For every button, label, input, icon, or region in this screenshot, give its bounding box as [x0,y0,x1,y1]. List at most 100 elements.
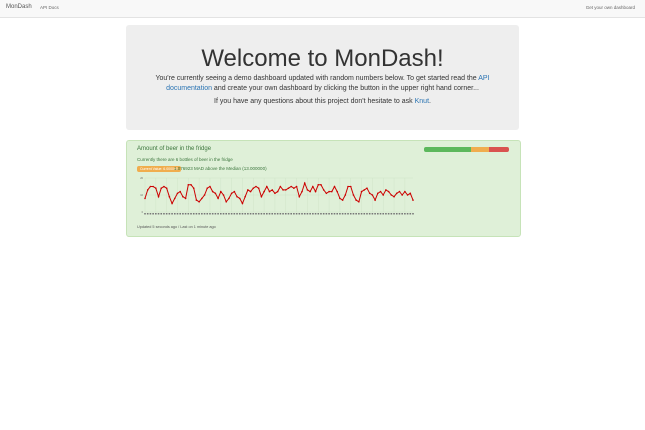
chart-point [309,190,311,193]
chart-point [293,187,295,189]
chart-point [339,197,341,200]
chart-x-tick [360,213,363,215]
beer-chart: 0 10 20 [140,177,414,215]
chart-x-tick [160,213,163,215]
chart-x-tick [314,213,317,215]
chart-x-tick [249,213,252,215]
status-bar-red [489,147,509,152]
beer-widget: Amount of beer in the fridge Currently t… [126,140,521,237]
chart-x-axis [144,213,414,215]
chart-point [160,187,163,189]
get-dashboard-link[interactable]: Get your own dashboard [586,5,635,10]
chart-point [255,185,257,188]
chart-point [228,197,230,200]
chart-x-tick [409,213,412,215]
chart-x-tick [217,213,219,215]
status-bar-orange [470,147,490,152]
chart-x-tick [236,213,238,215]
brand-link[interactable]: MonDash [6,4,32,10]
chart-x-tick [179,213,181,215]
navbar: MonDash API Docs Get your own dashboard [0,0,645,18]
contact-link[interactable]: Knut [415,98,429,105]
chart-x-tick [387,213,390,215]
chart-point [287,187,290,189]
chart-point [260,195,263,198]
chart-point [290,185,292,188]
chart-x-tick [317,213,320,215]
chart-x-tick [385,213,387,215]
chart-point [301,190,303,193]
chart-point [360,190,363,193]
chart-x-tick [190,213,192,215]
chart-x-tick [252,213,255,215]
chart-point [363,189,366,191]
chart-point [198,201,200,203]
chart-point [206,187,209,189]
chart-x-tick [271,213,274,215]
chart-y-tick-label: 10 [140,194,143,197]
chart-point [398,190,401,193]
chart-x-tick [320,213,322,215]
chart-x-tick [192,213,195,215]
welcome-jumbotron: Welcome to MonDash! You're currently see… [126,25,519,130]
chart-point [409,192,412,195]
chart-point [165,187,168,189]
chart-x-tick [157,213,160,215]
chart-point [333,185,336,188]
chart-point [192,187,195,189]
chart-point [157,195,160,198]
chart-x-tick [344,213,347,215]
chart-x-tick [301,213,303,215]
chart-point [347,185,349,188]
api-docs-link[interactable]: API Docs [40,5,59,10]
chart-x-tick [390,213,393,215]
chart-point [330,190,333,193]
widget-description: Currently there are 6 bottles of beer in… [137,157,233,162]
chart-point [382,194,385,196]
chart-x-tick [211,213,214,215]
chart-x-tick [165,213,168,215]
chart-point [225,201,228,203]
chart-point [393,195,395,198]
chart-x-tick [209,213,211,215]
chart-point [219,190,222,193]
chart-x-tick [339,213,341,215]
chart-x-tick [366,213,368,215]
chart-point [271,189,274,191]
chart-x-tick [298,213,301,215]
chart-point [379,190,382,193]
chart-x-tick [168,213,171,215]
chart-x-tick [404,213,406,215]
chart-point [263,190,265,193]
chart-point [366,187,368,189]
question-text: If you have any questions about this pro… [214,98,415,105]
chart-point [179,190,181,193]
chart-point [238,197,241,200]
chart-point [352,194,355,196]
chart-x-tick [184,213,187,215]
chart-x-tick [187,213,190,215]
chart-point [279,185,282,188]
chart-x-tick [230,213,233,215]
chart-x-tick [312,213,314,215]
chart-x-tick [347,213,349,215]
chart-x-tick [395,213,398,215]
chart-point [341,199,344,201]
chart-x-tick [146,213,149,215]
chart-point [195,199,198,201]
chart-x-tick [293,213,295,215]
chart-point [184,197,187,200]
chart-point [295,185,298,188]
chart-point [406,194,409,196]
chart-x-tick [195,213,198,215]
chart-x-tick [225,213,228,215]
chart-x-tick [368,213,371,215]
chart-point [173,197,176,200]
chart-point [274,192,276,195]
chart-x-tick [325,213,328,215]
chart-point [390,194,393,196]
chart-point [149,185,152,188]
chart-x-tick [219,213,222,215]
chart-x-tick [173,213,176,215]
chart-x-tick [201,213,203,215]
